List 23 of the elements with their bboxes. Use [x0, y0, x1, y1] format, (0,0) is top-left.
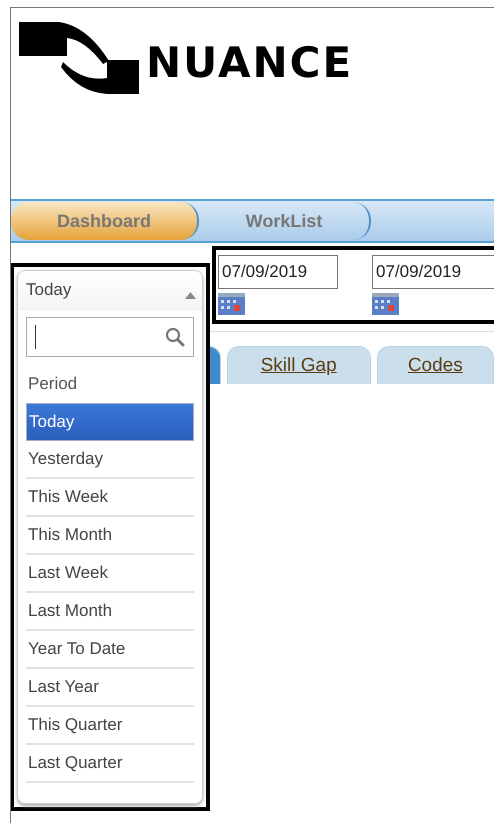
dropdown-option[interactable]: This Week — [26, 479, 194, 517]
date-field[interactable]: 07/09/2019 — [218, 255, 338, 289]
logo-text: NUANCE — [146, 38, 354, 87]
date-field[interactable]: 07/09/2019 — [372, 255, 494, 289]
dropdown-option[interactable]: Last Year — [26, 669, 194, 707]
dropdown-option[interactable]: Today — [26, 403, 194, 441]
dropdown-option[interactable]: This Month — [26, 517, 194, 555]
dropdown-option[interactable]: Last Month — [26, 593, 194, 631]
text-cursor — [35, 325, 36, 349]
period-select[interactable]: Today — [18, 271, 202, 310]
report-tab[interactable]: Skill Gap — [226, 346, 371, 384]
report-tab[interactable]: Codes — [376, 346, 494, 384]
calendar-icon[interactable] — [372, 293, 399, 315]
dropdown-option[interactable]: Yesterday — [26, 441, 194, 479]
caret-up-icon — [185, 292, 196, 298]
calendar-icon[interactable] — [218, 293, 245, 315]
dropdown-option[interactable]: Last Quarter — [26, 745, 194, 783]
dropdown-option[interactable]: Last Week — [26, 555, 194, 593]
dropdown-option[interactable]: This Quarter — [26, 707, 194, 745]
dropdown-option[interactable]: Year To Date — [26, 631, 194, 669]
search-icon — [165, 327, 185, 347]
search-field[interactable] — [26, 317, 194, 357]
option-group-header: Period — [27, 373, 78, 395]
